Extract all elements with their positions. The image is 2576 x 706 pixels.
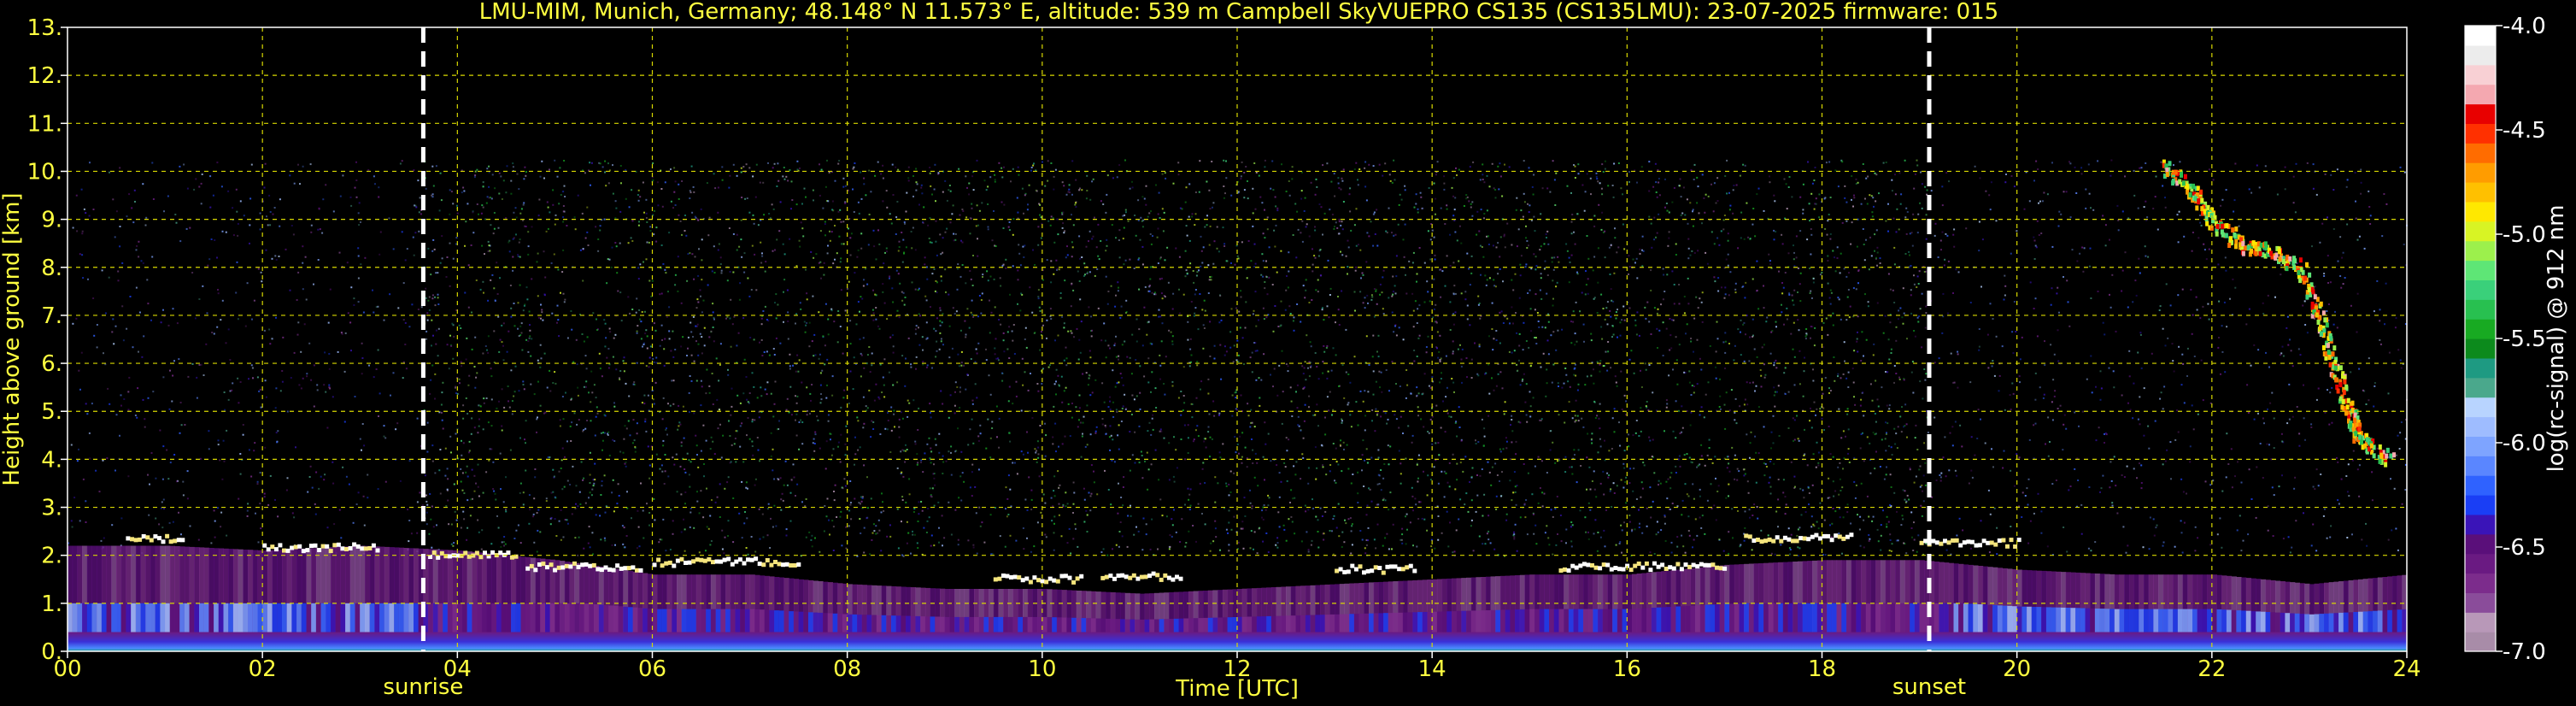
- colorbar-segment: [2465, 84, 2496, 105]
- colorbar-segment: [2465, 456, 2496, 476]
- colorbar-segment: [2465, 103, 2496, 124]
- x-tick-label: 14: [1418, 656, 1446, 682]
- colorbar-segment: [2465, 44, 2496, 66]
- colorbar-tick-label: -6.5: [2503, 535, 2546, 561]
- y-tick-label: 5.: [41, 399, 62, 425]
- colorbar-segment: [2465, 553, 2496, 574]
- colorbar-segment: [2465, 632, 2496, 652]
- colorbar-segment: [2465, 397, 2496, 418]
- x-tick-label: 06: [638, 656, 666, 682]
- colorbar-tick-label: -7.0: [2503, 639, 2546, 665]
- sunset-label: sunset: [1892, 674, 1966, 700]
- colorbar-tick-label: -5.0: [2503, 222, 2546, 248]
- colorbar-segment: [2465, 436, 2496, 456]
- colorbar-segment: [2465, 201, 2496, 222]
- colorbar-segment: [2465, 338, 2496, 359]
- colorbar-segment: [2465, 143, 2496, 163]
- y-axis-label: Height above ground [km]: [0, 192, 25, 485]
- y-tick-label: 9.: [41, 208, 62, 233]
- colorbar-segment: [2465, 182, 2496, 203]
- x-tick-label: 20: [2003, 656, 2031, 682]
- y-tick-label: 10.: [27, 159, 62, 185]
- colorbar-segment: [2465, 416, 2496, 437]
- colorbar-segment: [2465, 299, 2496, 320]
- x-tick-label: 08: [833, 656, 861, 682]
- x-tick-label: 18: [1808, 656, 1836, 682]
- colorbar-label: log(rc-signal) @ 912 nm: [2544, 205, 2569, 473]
- colorbar-segment: [2465, 533, 2496, 555]
- plot-area: [67, 26, 2408, 652]
- y-tick-label: 13.: [27, 15, 62, 41]
- colorbar-segment: [2465, 221, 2496, 242]
- x-tick-label: 02: [249, 656, 277, 682]
- y-tick-label: 6.: [41, 351, 62, 377]
- colorbar-segment: [2465, 514, 2496, 535]
- colorbar-segment: [2465, 592, 2496, 613]
- colorbar-segment: [2465, 240, 2496, 262]
- y-tick-label: 8.: [41, 256, 62, 281]
- y-tick-label: 4.: [41, 447, 62, 473]
- x-tick-label: 22: [2198, 656, 2226, 682]
- colorbar-segment: [2465, 260, 2496, 280]
- x-tick-label: 24: [2392, 656, 2421, 682]
- colorbar-segment: [2465, 495, 2496, 515]
- colorbar-tick-label: -4.5: [2503, 118, 2546, 144]
- colorbar-segment: [2465, 279, 2496, 300]
- x-tick-label: 16: [1613, 656, 1641, 682]
- y-tick-label: 2.: [41, 544, 62, 569]
- colorbar-segment: [2465, 162, 2496, 183]
- colorbar-segment: [2465, 573, 2496, 593]
- colorbar-segment: [2465, 357, 2496, 379]
- colorbar-segment: [2465, 377, 2496, 398]
- y-tick-label: 3.: [41, 496, 62, 521]
- y-tick-label: 0.: [41, 639, 62, 665]
- chart-title: LMU-MIM, Munich, Germany; 48.148° N 11.5…: [479, 0, 1998, 25]
- x-tick-label: 10: [1028, 656, 1056, 682]
- colorbar-tick-label: -5.5: [2503, 327, 2546, 352]
- colorbar-tick-label: -6.0: [2503, 431, 2546, 456]
- colorbar-segment: [2465, 475, 2496, 496]
- y-tick-label: 7.: [41, 303, 62, 329]
- colorbar-segment: [2465, 123, 2496, 144]
- colorbar-segment: [2465, 64, 2496, 85]
- y-tick-label: 11.: [27, 111, 62, 137]
- colorbar-segment: [2465, 612, 2496, 632]
- colorbar-tick-label: -4.0: [2503, 14, 2546, 39]
- x-axis-label: Time [UTC]: [1175, 676, 1299, 702]
- colorbar-segment: [2465, 319, 2496, 339]
- colorbar-segment: [2465, 26, 2496, 46]
- sunrise-label: sunrise: [383, 674, 463, 700]
- y-tick-label: 12.: [27, 63, 62, 89]
- y-tick-label: 1.: [41, 591, 62, 617]
- ceilometer-chart: LMU-MIM, Munich, Germany; 48.148° N 11.5…: [0, 0, 2576, 706]
